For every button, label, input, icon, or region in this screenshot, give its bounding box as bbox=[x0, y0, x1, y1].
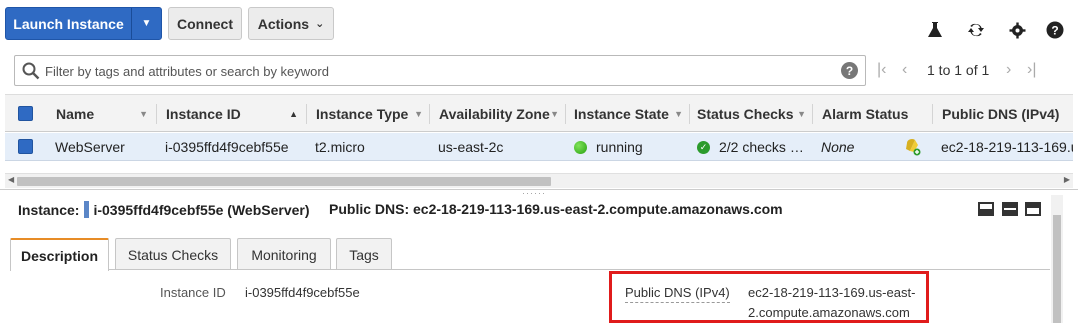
column-divider[interactable] bbox=[812, 104, 813, 124]
search-input[interactable] bbox=[45, 61, 835, 81]
column-label: Availability Zone bbox=[439, 105, 550, 122]
last-page-icon[interactable]: ›| bbox=[1027, 60, 1036, 80]
flask-icon[interactable] bbox=[925, 20, 945, 40]
column-label: Name bbox=[56, 105, 95, 122]
cell-public-dns: ec2-18-219-113-169.u bbox=[941, 139, 1073, 155]
column-divider[interactable] bbox=[689, 104, 690, 124]
column-divider[interactable] bbox=[565, 104, 566, 124]
cell-instance-id: i-0395ffd4f9cebf55e bbox=[165, 139, 289, 155]
public-dns-field-value-line2: 2.compute.amazonaws.com bbox=[748, 305, 910, 320]
cell-status-checks: ✓ 2/2 checks … bbox=[697, 133, 812, 161]
instance-id-field-value: i-0395ffd4f9cebf55e bbox=[245, 285, 360, 300]
caret-down-icon[interactable]: ▼ bbox=[132, 8, 161, 39]
column-header-instance-type[interactable]: Instance Type ▼ bbox=[316, 95, 429, 132]
toolbar: Launch Instance ▼ Connect Actions ⌄ ? bbox=[0, 0, 1078, 50]
cell-instance-state: running bbox=[574, 133, 689, 161]
drag-handle-icon[interactable]: ······ bbox=[522, 189, 546, 198]
scrollbar-thumb[interactable] bbox=[1053, 215, 1061, 323]
actions-button[interactable]: Actions ⌄ bbox=[248, 7, 334, 40]
instance-marker bbox=[84, 201, 90, 218]
column-label: Instance Type bbox=[316, 105, 409, 122]
refresh-icon[interactable] bbox=[966, 20, 986, 40]
vertical-scrollbar[interactable] bbox=[1051, 195, 1063, 323]
running-status-icon bbox=[574, 140, 587, 154]
column-header-instance-id[interactable]: Instance ID ▲ bbox=[166, 95, 304, 132]
column-divider[interactable] bbox=[932, 104, 933, 124]
tab-tags[interactable]: Tags bbox=[336, 238, 392, 270]
column-label: Instance State bbox=[574, 105, 669, 122]
connect-button[interactable]: Connect bbox=[168, 7, 242, 40]
column-label: Alarm Status bbox=[822, 105, 909, 122]
sort-caret-icon: ▼ bbox=[797, 108, 806, 119]
public-dns-field-label: Public DNS (IPv4) bbox=[625, 285, 730, 303]
search-help-icon[interactable]: ? bbox=[841, 62, 858, 79]
cell-alarm-status: None bbox=[821, 139, 855, 155]
cell-instance-type: t2.micro bbox=[315, 139, 365, 155]
cell-name: WebServer bbox=[55, 139, 125, 155]
scroll-right-icon[interactable]: ▶ bbox=[1064, 175, 1070, 184]
first-page-icon[interactable]: |‹ bbox=[877, 60, 886, 80]
detail-instance-title: Instance: i-0395ffd4f9cebf55e (WebServer… bbox=[18, 201, 310, 218]
select-all-checkbox[interactable] bbox=[18, 106, 33, 121]
public-dns-field-value-line1: ec2-18-219-113-169.us-east- bbox=[748, 285, 916, 300]
svg-text:?: ? bbox=[1051, 24, 1058, 38]
prev-page-icon[interactable]: ‹ bbox=[902, 60, 907, 80]
column-label: Public DNS (IPv4) bbox=[942, 105, 1060, 122]
check-circle-icon: ✓ bbox=[697, 140, 710, 154]
search-bar: ? bbox=[14, 55, 866, 86]
tab-monitoring[interactable]: Monitoring bbox=[237, 238, 331, 270]
create-alarm-icon[interactable] bbox=[904, 133, 926, 161]
status-checks-text: 2/2 checks … bbox=[719, 139, 804, 155]
instance-state-text: running bbox=[596, 139, 643, 155]
pagination-text: 1 to 1 of 1 bbox=[927, 62, 990, 78]
public-dns-label: Public DNS: bbox=[329, 201, 410, 217]
column-divider[interactable] bbox=[156, 104, 157, 124]
tab-status-checks[interactable]: Status Checks bbox=[115, 238, 231, 270]
launch-instance-label[interactable]: Launch Instance bbox=[6, 8, 132, 39]
active-tab-gap bbox=[11, 269, 108, 271]
gear-icon[interactable] bbox=[1007, 20, 1027, 40]
scrollbar-thumb[interactable] bbox=[17, 177, 551, 186]
layout-bottom-panel-icon[interactable] bbox=[978, 202, 994, 216]
tabs-divider bbox=[10, 269, 1050, 270]
next-page-icon[interactable]: › bbox=[1006, 60, 1011, 80]
column-header-status-checks[interactable]: Status Checks ▼ bbox=[697, 95, 812, 132]
scroll-left-icon[interactable]: ◀ bbox=[8, 175, 14, 184]
search-icon bbox=[22, 62, 40, 83]
sort-caret-icon: ▼ bbox=[139, 108, 148, 119]
table-row[interactable]: WebServer i-0395ffd4f9cebf55e t2.micro u… bbox=[5, 133, 1073, 161]
chevron-down-icon: ⌄ bbox=[315, 18, 325, 30]
instance-id-field-label: Instance ID bbox=[160, 285, 226, 300]
sort-caret-icon: ▼ bbox=[674, 108, 683, 119]
help-icon[interactable]: ? bbox=[1045, 20, 1065, 40]
column-header-public-dns[interactable]: Public DNS (IPv4) bbox=[942, 95, 1073, 132]
column-divider[interactable] bbox=[429, 104, 430, 124]
tab-description[interactable]: Description bbox=[10, 238, 109, 271]
layout-split-panel-icon[interactable] bbox=[1002, 202, 1018, 216]
sort-ascending-icon: ▲ bbox=[289, 108, 298, 119]
public-dns-field-label-text: Public DNS (IPv4) bbox=[625, 285, 730, 303]
horizontal-scrollbar[interactable]: ◀ ▶ bbox=[5, 173, 1073, 188]
instance-label: Instance: bbox=[18, 201, 80, 218]
sort-caret-icon: ▼ bbox=[550, 108, 559, 119]
table-header: Name ▼ Instance ID ▲ Instance Type ▼ Ava… bbox=[5, 94, 1073, 132]
column-label: Instance ID bbox=[166, 105, 241, 122]
column-divider[interactable] bbox=[306, 104, 307, 124]
column-header-name[interactable]: Name ▼ bbox=[56, 95, 154, 132]
column-label: Status Checks bbox=[697, 105, 794, 122]
sort-caret-icon: ▼ bbox=[414, 108, 423, 119]
column-header-instance-state[interactable]: Instance State ▼ bbox=[574, 95, 689, 132]
cell-availability-zone: us-east-2c bbox=[438, 139, 504, 155]
actions-label: Actions bbox=[257, 15, 310, 32]
layout-top-panel-icon[interactable] bbox=[1025, 202, 1041, 216]
column-header-availability-zone[interactable]: Availability Zone ▼ bbox=[439, 95, 565, 132]
row-checkbox[interactable] bbox=[18, 139, 33, 154]
launch-instance-button[interactable]: Launch Instance ▼ bbox=[5, 7, 162, 40]
detail-public-dns: Public DNS: ec2-18-219-113-169.us-east-2… bbox=[329, 201, 783, 217]
instance-value: i-0395ffd4f9cebf55e (WebServer) bbox=[93, 201, 310, 218]
public-dns-value: ec2-18-219-113-169.us-east-2.compute.ama… bbox=[413, 201, 783, 217]
column-header-alarm-status[interactable]: Alarm Status bbox=[822, 95, 932, 132]
